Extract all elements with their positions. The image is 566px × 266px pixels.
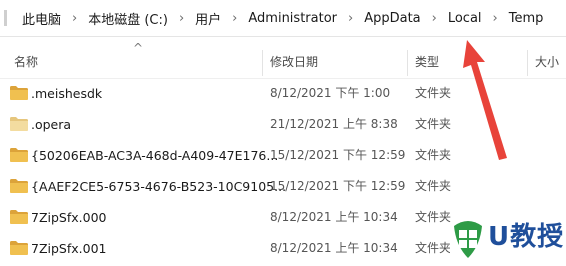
breadcrumb: 此电脑 › 本地磁盘 (C:) › 用户 › Administrator › A… (20, 0, 545, 36)
watermark-text: U教授 (488, 222, 565, 252)
file-date-modified: 8/12/2021 上午 10:34 (270, 210, 398, 224)
file-date-modified: 8/12/2021 上午 10:34 (270, 241, 398, 255)
file-date-modified: 8/12/2021 下午 1:00 (270, 86, 391, 100)
file-date-modified: 21/12/2021 上午 8:38 (270, 117, 398, 131)
breadcrumb-this-pc[interactable]: 此电脑 (20, 9, 63, 28)
breadcrumb-separator[interactable]: › (432, 11, 437, 26)
folder-icon (10, 117, 28, 131)
address-bar[interactable]: 此电脑 › 本地磁盘 (C:) › 用户 › Administrator › A… (0, 0, 566, 37)
file-name: .meishesdk (31, 86, 103, 101)
file-type: 文件夹 (415, 241, 452, 255)
column-divider[interactable] (407, 50, 408, 76)
file-date-modified: 15/12/2021 下午 12:59 (270, 179, 406, 193)
breadcrumb-local-disk[interactable]: 本地磁盘 (C:) (86, 9, 170, 28)
folder-icon (10, 241, 28, 255)
address-bar-edge-icon (4, 10, 7, 26)
breadcrumb-appdata[interactable]: AppData (362, 11, 422, 26)
breadcrumb-separator[interactable]: › (232, 11, 237, 26)
column-divider[interactable] (262, 50, 263, 76)
breadcrumb-local[interactable]: Local (446, 11, 484, 26)
file-name: 7ZipSfx.001 (31, 241, 107, 256)
file-type: 文件夹 (415, 210, 452, 224)
file-row[interactable]: {AAEF2CE5-6753-4676-B523-10C9105... 15/1… (0, 171, 566, 202)
red-arrow-annotation-icon (463, 40, 507, 160)
folder-icon (10, 179, 28, 193)
breadcrumb-temp[interactable]: Temp (507, 11, 546, 26)
breadcrumb-separator[interactable]: › (72, 11, 77, 26)
folder-icon (10, 86, 28, 100)
column-header-name[interactable]: 名称 (14, 44, 254, 78)
column-header-size[interactable]: 大小 (535, 44, 566, 78)
breadcrumb-users[interactable]: 用户 (193, 9, 223, 28)
folder-icon (10, 148, 28, 162)
file-name: 7ZipSfx.000 (31, 210, 107, 225)
file-name: {AAEF2CE5-6753-4676-B523-10C9105... (31, 179, 287, 194)
folder-icon (10, 210, 28, 224)
file-name: {50206EAB-AC3A-468d-A409-47E176... (31, 148, 279, 163)
file-type: 文件夹 (415, 117, 452, 131)
file-type: 文件夹 (415, 179, 452, 193)
column-header-date-modified[interactable]: 修改日期 (270, 44, 400, 78)
file-date-modified: 15/12/2021 下午 12:59 (270, 148, 406, 162)
file-name: .opera (31, 117, 72, 132)
breadcrumb-separator[interactable]: › (179, 11, 184, 26)
file-type: 文件夹 (415, 148, 452, 162)
file-type: 文件夹 (415, 86, 452, 100)
column-divider[interactable] (527, 50, 528, 76)
breadcrumb-separator[interactable]: › (493, 11, 498, 26)
breadcrumb-administrator[interactable]: Administrator (246, 11, 339, 26)
breadcrumb-separator[interactable]: › (348, 11, 353, 26)
